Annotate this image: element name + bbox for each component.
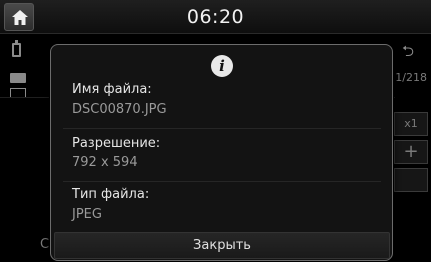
field-separator [63, 181, 381, 182]
zoom-in-button[interactable]: + [394, 140, 428, 164]
clock: 06:20 [186, 6, 245, 28]
page-counter: 1/218 [395, 71, 427, 84]
folder-icon [10, 73, 26, 83]
back-arrow-icon: ⮌ [401, 42, 414, 60]
file-type-value: JPEG [72, 207, 102, 222]
back-button[interactable]: ⮌ [393, 40, 423, 62]
zoom-button[interactable]: x1 [394, 112, 428, 136]
status-bar: 06:20 [0, 0, 431, 34]
file-type-label: Тип файла: [72, 187, 150, 202]
head-unit-screen: 06:20 ⮌ 1/218 x1 + C i Имя файла: DSC008… [0, 0, 431, 262]
field-separator [63, 128, 381, 129]
info-icon: i [211, 55, 233, 77]
resolution-label: Разрешение: [72, 136, 161, 151]
resolution-value: 792 x 594 [72, 155, 138, 170]
file-name-value: DSC00870.JPG [72, 102, 167, 117]
close-button[interactable]: Закрыть [54, 232, 390, 259]
file-info-dialog: i Имя файла: DSC00870.JPG Разрешение: 79… [50, 44, 393, 261]
usb-icon [12, 40, 21, 57]
side-button-empty[interactable] [394, 168, 428, 192]
file-name-label: Имя файла: [72, 82, 152, 97]
